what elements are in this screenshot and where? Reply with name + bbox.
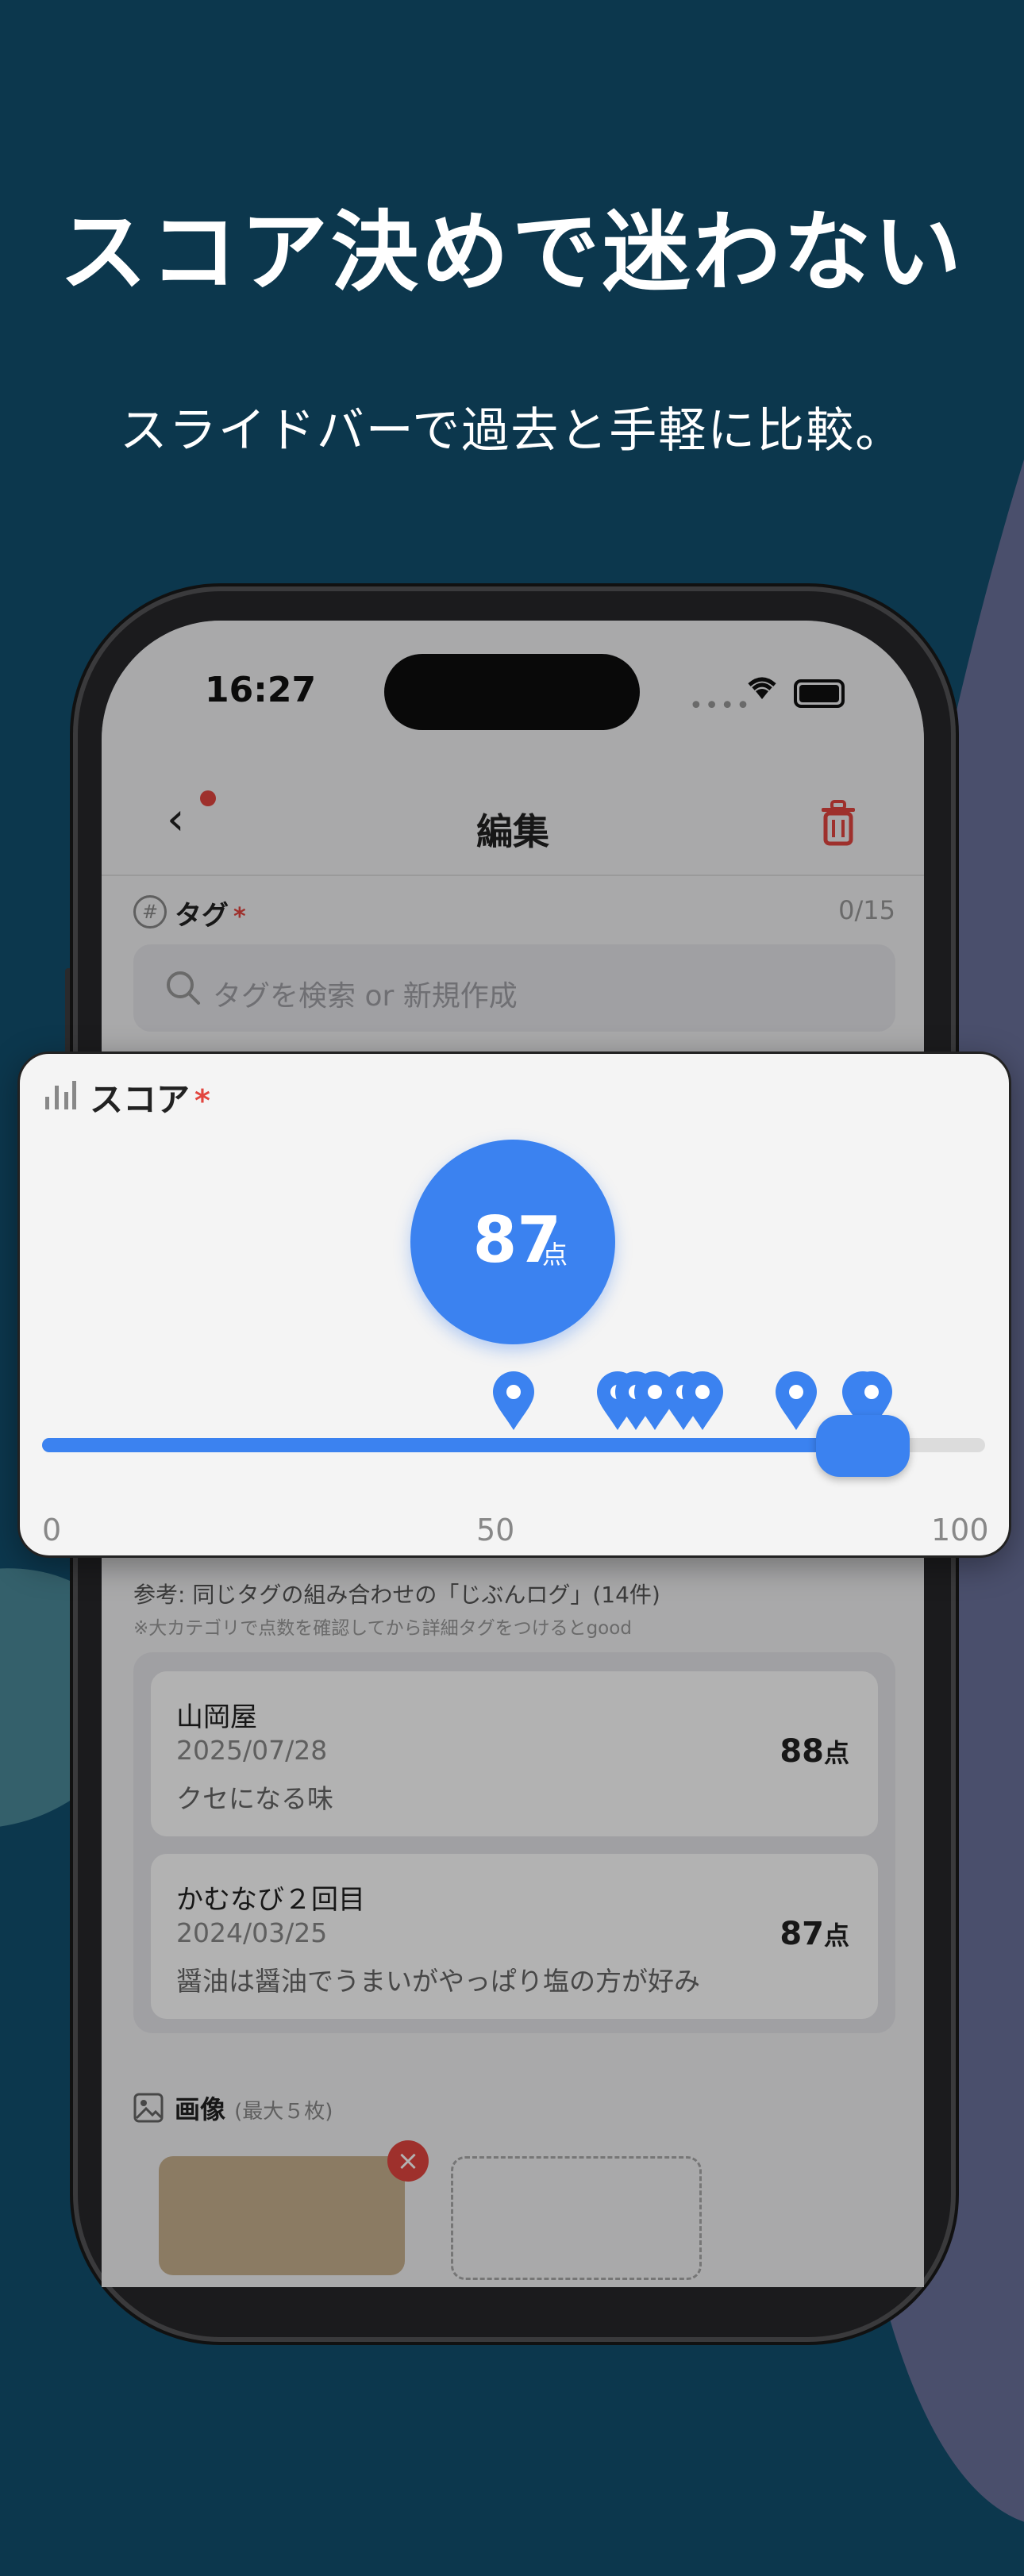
score-card: スコア * 87 点 0 50 100 bbox=[17, 1052, 1011, 1558]
promo-headline: スコア決めで迷わない bbox=[60, 202, 964, 303]
promo-subline: スライドバーで過去と手軽に比較。 bbox=[119, 403, 905, 459]
dynamic-island bbox=[384, 654, 640, 730]
tag-search-input[interactable]: タグを検索 or 新規作成 bbox=[133, 944, 895, 1032]
axis-label-max: 100 bbox=[931, 1513, 989, 1548]
image-icon bbox=[133, 2093, 164, 2123]
image-thumbnail[interactable] bbox=[159, 2156, 405, 2275]
add-image-button[interactable] bbox=[451, 2156, 702, 2280]
list-item[interactable]: 山岡屋 2025/07/28 クセになる味 88点 bbox=[151, 1671, 878, 1836]
image-label: 画像 (最大５枚) bbox=[175, 2090, 333, 2126]
close-icon[interactable]: × bbox=[387, 2140, 429, 2182]
log-score-value: 87 bbox=[780, 1916, 824, 1952]
axis-label-min: 0 bbox=[42, 1513, 62, 1548]
required-mark: * bbox=[194, 1083, 210, 1118]
slider-thumb[interactable] bbox=[815, 1415, 910, 1477]
log-date: 2025/07/28 bbox=[176, 1735, 328, 1766]
axis-label-mid: 50 bbox=[476, 1513, 515, 1548]
image-sublabel: (最大５枚) bbox=[234, 2100, 333, 2124]
status-time: 16:27 bbox=[205, 670, 317, 710]
log-score: 88点 bbox=[780, 1733, 849, 1770]
cellular-signal-icon: •••• bbox=[689, 692, 752, 720]
score-value: 87 bbox=[472, 1203, 561, 1277]
bar-chart-icon bbox=[45, 1081, 76, 1109]
log-score-unit: 点 bbox=[823, 1738, 849, 1768]
tag-search-placeholder: タグを検索 or 新規作成 bbox=[213, 980, 518, 1013]
score-display: 87 点 bbox=[410, 1140, 615, 1344]
phone-side-button bbox=[65, 968, 76, 1055]
log-comment: 醤油は醤油でうまいがやっぱり塩の方が好み bbox=[176, 1966, 700, 1997]
log-comment: クセになる味 bbox=[176, 1783, 333, 1814]
log-date: 2024/03/25 bbox=[176, 1917, 328, 1948]
hashtag-icon: # bbox=[133, 895, 167, 929]
log-name: 山岡屋 bbox=[176, 1701, 257, 1733]
score-label: スコア * bbox=[90, 1073, 210, 1121]
score-label-text: スコア bbox=[90, 1080, 191, 1119]
reference-title: 参考: 同じタグの組み合わせの「じぶんログ」(14件) bbox=[133, 1582, 660, 1608]
reference-list: 山岡屋 2025/07/28 クセになる味 88点 かむなび２回目 2024/0… bbox=[133, 1652, 895, 2033]
page-title: 編集 bbox=[476, 810, 549, 853]
location-pin-icon bbox=[774, 1371, 818, 1432]
nav-bar: ‹ 編集 bbox=[102, 763, 924, 876]
trash-icon[interactable] bbox=[818, 800, 858, 846]
location-pin-icon bbox=[491, 1371, 536, 1432]
log-score-value: 88 bbox=[780, 1733, 824, 1770]
score-unit: 点 bbox=[542, 1240, 568, 1270]
tag-label-text: タグ bbox=[175, 900, 229, 932]
slider-track-fill bbox=[42, 1438, 863, 1452]
tag-count: 0/15 bbox=[838, 895, 895, 925]
log-score-unit: 点 bbox=[823, 1920, 849, 1951]
log-name: かむなび２回目 bbox=[176, 1884, 365, 1916]
wifi-icon bbox=[748, 677, 776, 699]
status-bar: 16:27 •••• bbox=[102, 621, 924, 763]
required-mark: * bbox=[233, 903, 246, 931]
tag-label: タグ * bbox=[175, 894, 246, 932]
reference-note: ※大カテゴリで点数を確認してから詳細タグをつけるとgood bbox=[133, 1618, 632, 1639]
location-pin-icon bbox=[680, 1371, 725, 1432]
battery-icon bbox=[794, 679, 845, 708]
search-icon bbox=[167, 971, 200, 1005]
list-item[interactable]: かむなび２回目 2024/03/25 醤油は醤油でうまいがやっぱり塩の方が好み … bbox=[151, 1854, 878, 2019]
image-label-text: 画像 bbox=[175, 2094, 226, 2124]
log-score: 87点 bbox=[780, 1916, 849, 1952]
